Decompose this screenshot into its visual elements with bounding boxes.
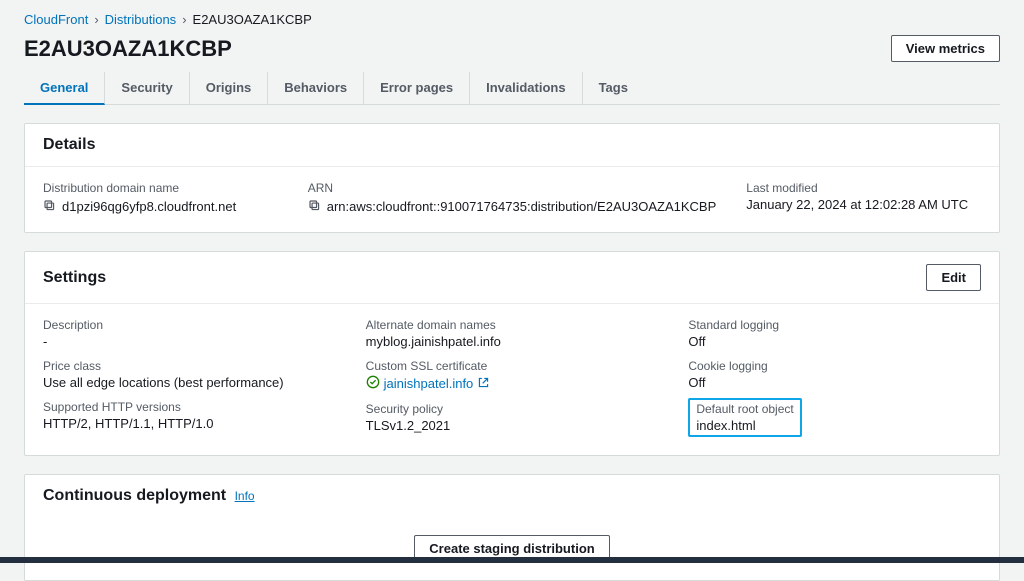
breadcrumb-cloudfront[interactable]: CloudFront: [24, 12, 88, 27]
breadcrumb-sep: ›: [94, 12, 98, 27]
cookie-logging-label: Cookie logging: [688, 359, 981, 373]
price-class-value: Use all edge locations (best performance…: [43, 375, 336, 390]
domain-name-value: d1pzi96qg6yfp8.cloudfront.net: [62, 199, 236, 214]
last-modified-value: January 22, 2024 at 12:02:28 AM UTC: [746, 197, 981, 212]
details-title: Details: [43, 136, 95, 154]
default-root-object-highlight: Default root object index.html: [688, 398, 801, 437]
info-link[interactable]: Info: [235, 489, 255, 503]
edit-button[interactable]: Edit: [926, 264, 981, 291]
standard-logging-value: Off: [688, 334, 981, 349]
ssl-cert-label: Custom SSL certificate: [366, 359, 659, 373]
tab-origins[interactable]: Origins: [190, 72, 269, 104]
standard-logging-label: Standard logging: [688, 318, 981, 332]
copy-icon[interactable]: [43, 199, 56, 212]
footer-bar: [0, 557, 1024, 563]
description-value: -: [43, 334, 336, 349]
cookie-logging-value: Off: [688, 375, 981, 390]
arn-label: ARN: [308, 181, 717, 195]
continuous-deployment-title: Continuous deployment Info: [43, 487, 255, 505]
tab-security[interactable]: Security: [105, 72, 189, 104]
settings-panel: Settings Edit Description - Price class …: [24, 251, 1000, 456]
continuous-deployment-panel: Continuous deployment Info Create stagin…: [24, 474, 1000, 581]
page-title: E2AU3OAZA1KCBP: [24, 36, 232, 62]
alt-domain-label: Alternate domain names: [366, 318, 659, 332]
default-root-object-label: Default root object: [696, 402, 793, 416]
default-root-object-value: index.html: [696, 418, 793, 433]
domain-name-label: Distribution domain name: [43, 181, 278, 195]
http-versions-label: Supported HTTP versions: [43, 400, 336, 414]
details-panel: Details Distribution domain name d1pzi96…: [24, 123, 1000, 233]
view-metrics-button[interactable]: View metrics: [891, 35, 1000, 62]
security-policy-label: Security policy: [366, 402, 659, 416]
breadcrumb-distributions[interactable]: Distributions: [105, 12, 177, 27]
last-modified-label: Last modified: [746, 181, 981, 195]
tab-tags[interactable]: Tags: [583, 72, 644, 104]
http-versions-value: HTTP/2, HTTP/1.1, HTTP/1.0: [43, 416, 336, 431]
tab-behaviors[interactable]: Behaviors: [268, 72, 364, 104]
breadcrumb: CloudFront › Distributions › E2AU3OAZA1K…: [24, 12, 1000, 27]
tab-invalidations[interactable]: Invalidations: [470, 72, 582, 104]
tabs: General Security Origins Behaviors Error…: [24, 72, 1000, 105]
alt-domain-value: myblog.jainishpatel.info: [366, 334, 659, 349]
check-circle-icon: [366, 375, 380, 392]
description-label: Description: [43, 318, 336, 332]
settings-title: Settings: [43, 269, 106, 287]
security-policy-value: TLSv1.2_2021: [366, 418, 659, 433]
arn-value: arn:aws:cloudfront::910071764735:distrib…: [327, 199, 717, 214]
ssl-cert-link[interactable]: jainishpatel.info: [384, 376, 474, 391]
copy-icon[interactable]: [308, 199, 321, 212]
price-class-label: Price class: [43, 359, 336, 373]
tab-error-pages[interactable]: Error pages: [364, 72, 470, 104]
breadcrumb-current: E2AU3OAZA1KCBP: [193, 12, 312, 27]
tab-general[interactable]: General: [24, 72, 105, 105]
breadcrumb-sep: ›: [182, 12, 186, 27]
external-link-icon: [477, 376, 490, 392]
